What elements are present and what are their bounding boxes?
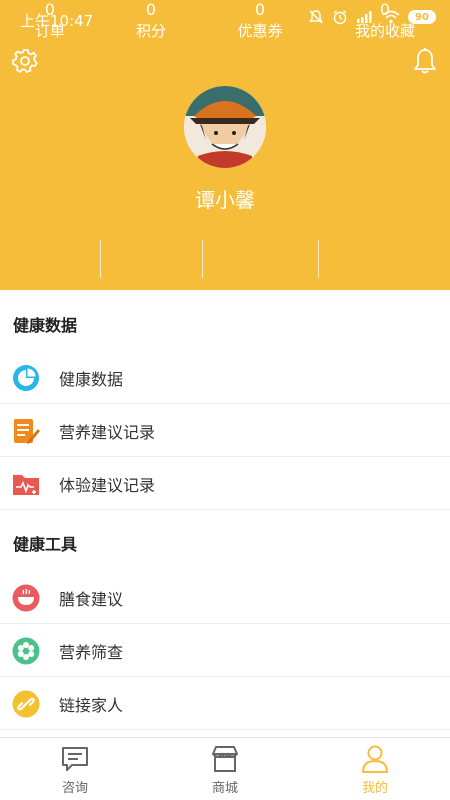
menu-item-nutrition-screening[interactable]: 营养筛查 <box>0 625 450 677</box>
username: 谭小馨 <box>195 188 255 212</box>
tab-shop[interactable]: 商城 <box>195 744 255 796</box>
notepad-icon <box>14 419 40 444</box>
stat-coupons-label: 优惠券 <box>237 22 283 40</box>
menu-item-link-family[interactable]: 链接家人 <box>0 678 450 730</box>
section-title-health-tools: 健康工具 <box>13 535 78 554</box>
bottom-tab-bar: 咨询 商城 我的 <box>0 737 450 800</box>
stat-divider <box>202 240 203 278</box>
profile-header: 上午10:47 90 谭小馨 0 订单 0 积分 0 优惠券 0 我的收藏 <box>0 0 450 290</box>
flower-icon <box>12 637 40 665</box>
stat-favorites-label: 我的收藏 <box>354 22 415 40</box>
person-icon <box>362 745 388 773</box>
bell-muted-icon <box>309 10 323 24</box>
menu-item-label: 营养建议记录 <box>59 423 156 442</box>
menu-item-label: 膳食建议 <box>59 590 124 609</box>
avatar-portrait <box>184 86 266 168</box>
stat-points[interactable]: 0 积分 <box>121 0 181 42</box>
menu-item-experience-records[interactable]: 体验建议记录 <box>0 458 450 510</box>
stat-orders-count: 0 <box>44 0 56 19</box>
tab-consult[interactable]: 咨询 <box>45 744 105 796</box>
stat-points-count: 0 <box>145 0 157 19</box>
folder-heartbeat-icon <box>13 475 39 495</box>
link-icon <box>12 690 40 718</box>
stat-favorites[interactable]: 0 我的收藏 <box>344 0 426 42</box>
stat-favorites-count: 0 <box>379 0 391 19</box>
notification-bell-icon[interactable] <box>412 47 438 75</box>
section-title-health-data: 健康数据 <box>13 316 78 335</box>
menu-item-label: 健康数据 <box>59 370 124 389</box>
stat-coupons[interactable]: 0 优惠券 <box>220 0 300 42</box>
bowl-icon <box>12 584 40 612</box>
menu-item-nutrition-records[interactable]: 营养建议记录 <box>0 405 450 457</box>
stat-orders[interactable]: 0 订单 <box>20 0 80 42</box>
tab-label: 我的 <box>361 781 388 796</box>
menu-item-health-data[interactable]: 健康数据 <box>0 352 450 404</box>
stat-orders-label: 订单 <box>34 22 65 40</box>
tab-label: 商城 <box>211 781 238 796</box>
shop-icon <box>212 746 238 772</box>
stat-divider <box>318 240 319 278</box>
gear-icon[interactable] <box>12 48 38 74</box>
avatar[interactable] <box>184 86 266 168</box>
stat-coupons-count: 0 <box>254 0 266 19</box>
tab-label: 咨询 <box>61 781 88 796</box>
pie-chart-icon <box>13 365 39 391</box>
menu-item-label: 营养筛查 <box>59 643 124 662</box>
stat-divider <box>100 240 101 278</box>
tab-mine[interactable]: 我的 <box>345 744 405 796</box>
menu-item-diet-advice[interactable]: 膳食建议 <box>0 572 450 624</box>
stat-points-label: 积分 <box>135 22 166 40</box>
menu-item-label: 链接家人 <box>59 696 124 715</box>
menu-item-label: 体验建议记录 <box>59 476 156 495</box>
chat-icon <box>62 747 88 771</box>
